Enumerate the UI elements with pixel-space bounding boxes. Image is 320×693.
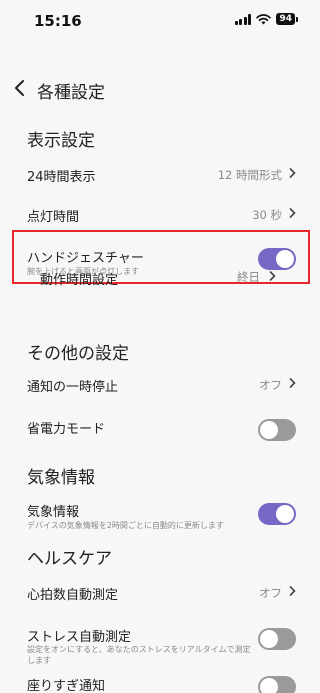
section-title-health: ヘルスケア	[27, 549, 112, 569]
stress-label: ストレス自動測定	[27, 630, 132, 645]
weather-sub: デバイスの気象情報を2時間ごとに自動的に更新します	[27, 521, 224, 530]
active-time-value: 終日	[237, 270, 260, 284]
wifi-icon	[256, 13, 272, 24]
sitting-label: 座りすぎ通知	[27, 679, 106, 693]
chevron-right-icon	[289, 207, 296, 219]
time-format-label: 24時間表示	[27, 170, 96, 185]
row-weather: 気象情報 デバイスの気象情報を2時間ごとに自動的に更新します	[0, 498, 320, 538]
heart-rate-value: オフ	[259, 586, 282, 600]
weather-toggle[interactable]	[258, 503, 296, 525]
row-stress: ストレス自動測定 設定をオンにすると、あなたのストレスをリアルタイムで測定します	[0, 624, 320, 668]
row-screen-time[interactable]: 点灯時間 30 秒	[0, 202, 320, 232]
screen-time-value: 30 秒	[252, 208, 282, 222]
screen-time-label: 点灯時間	[27, 210, 80, 225]
row-active-time[interactable]: 動作時間設定 終日	[0, 265, 320, 295]
row-sitting: 座りすぎ通知	[0, 671, 320, 693]
cellular-signal-icon	[234, 13, 252, 25]
stress-sub: 設定をオンにすると、あなたのストレスをリアルタイムで測定します	[27, 645, 251, 665]
status-time: 15:16	[34, 12, 82, 30]
toggle-knob	[260, 630, 278, 648]
row-pause-notifications[interactable]: 通知の一時停止 オフ	[0, 372, 320, 402]
section-title-display: 表示設定	[27, 131, 95, 151]
section-title-weather: 気象情報	[27, 468, 95, 488]
active-time-label: 動作時間設定	[40, 273, 119, 288]
page-title: 各種設定	[37, 83, 105, 103]
battery-tip	[296, 16, 298, 22]
pause-notifications-value: オフ	[259, 378, 282, 392]
nav-bar: 各種設定	[0, 74, 320, 104]
chevron-right-icon	[289, 167, 296, 179]
chevron-right-icon	[289, 585, 296, 597]
row-time-format[interactable]: 24時間表示 12 時間形式	[0, 160, 320, 190]
power-saving-label: 省電力モード	[27, 422, 106, 437]
stress-toggle[interactable]	[258, 628, 296, 650]
chevron-right-icon	[269, 270, 276, 282]
toggle-knob	[276, 505, 294, 523]
pause-notifications-label: 通知の一時停止	[27, 380, 119, 395]
sitting-toggle[interactable]	[258, 676, 296, 693]
toggle-knob	[260, 678, 278, 693]
status-icons: 94	[234, 13, 298, 25]
section-title-other: その他の設定	[27, 344, 129, 364]
toggle-knob	[260, 421, 278, 439]
chevron-right-icon	[289, 377, 296, 389]
heart-rate-label: 心拍数自動測定	[27, 588, 119, 603]
status-bar: 15:16 94	[0, 0, 320, 44]
power-saving-toggle[interactable]	[258, 419, 296, 441]
row-heart-rate[interactable]: 心拍数自動測定 オフ	[0, 580, 320, 610]
time-format-value: 12 時間形式	[217, 168, 282, 182]
back-chevron-icon[interactable]	[10, 78, 30, 98]
row-power-saving: 省電力モード	[0, 414, 320, 448]
battery-icon: 94	[276, 13, 295, 25]
weather-label: 気象情報	[27, 505, 80, 520]
